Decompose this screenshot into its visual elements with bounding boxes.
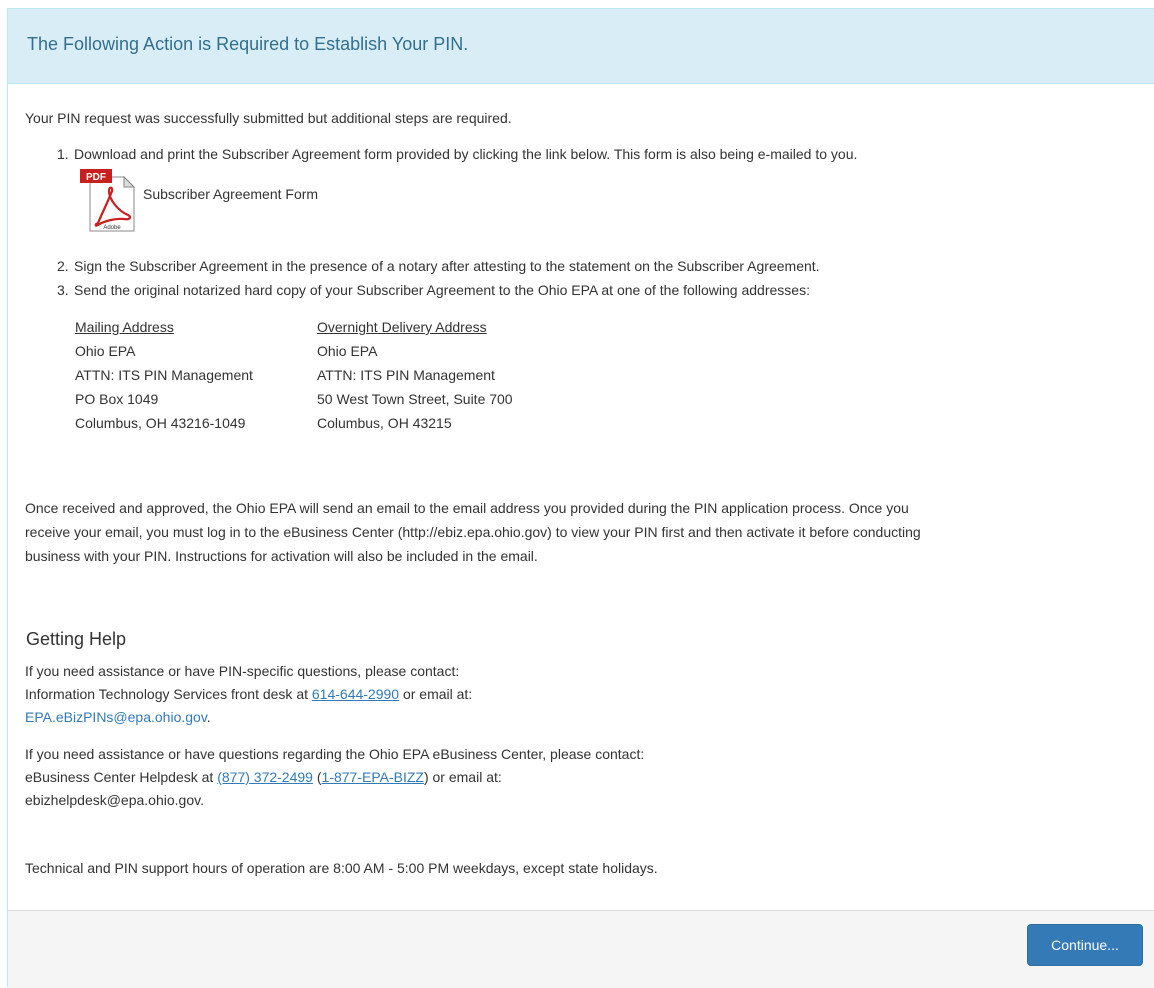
- mailing-address-title: Mailing Address: [75, 319, 174, 335]
- ebiz-help-mid: (: [312, 769, 322, 785]
- step-1-text: Download and print the Subscriber Agreem…: [74, 146, 858, 162]
- overnight-address-line: Columbus, OH 43215: [317, 415, 452, 431]
- subscriber-agreement-link[interactable]: Subscriber Agreement Form: [143, 184, 318, 204]
- ebiz-phone-alt-link[interactable]: 1-877-EPA-BIZZ: [322, 769, 424, 785]
- ebiz-email-line: ebizhelpdesk@epa.ohio.gov.: [25, 792, 204, 808]
- pin-help-prefix: Information Technology Services front de…: [25, 686, 312, 702]
- ebiz-help-contact: eBusiness Center Helpdesk at (877) 372-2…: [25, 767, 502, 787]
- overnight-address-line: Ohio EPA: [317, 343, 378, 359]
- pin-email-link[interactable]: EPA.eBizPINs@epa.ohio.gov: [25, 709, 207, 725]
- intro-text: Your PIN request was successfully submit…: [25, 110, 512, 126]
- overnight-address-line: 50 West Town Street, Suite 700: [317, 391, 513, 407]
- pin-email-period: .: [206, 709, 211, 725]
- continue-button[interactable]: Continue...: [1027, 924, 1143, 966]
- pin-action-panel: The Following Action is Required to Esta…: [7, 8, 1154, 988]
- mailing-address-line: PO Box 1049: [75, 391, 159, 407]
- step-number: 1.: [57, 146, 69, 162]
- overnight-address-line: ATTN: ITS PIN Management: [317, 367, 495, 383]
- step-number: 3.: [57, 282, 69, 298]
- approval-text-line: Once received and approved, the Ohio EPA…: [25, 500, 909, 516]
- pin-help-suffix: or email at:: [399, 686, 473, 702]
- pin-help-contact: Information Technology Services front de…: [25, 684, 472, 704]
- overnight-address-title: Overnight Delivery Address: [317, 319, 487, 335]
- ebiz-phone-link[interactable]: (877) 372-2499: [217, 769, 313, 785]
- step-2-text: Sign the Subscriber Agreement in the pre…: [74, 258, 820, 274]
- mailing-address-line: Columbus, OH 43216-1049: [75, 415, 246, 431]
- mailing-address-line: Ohio EPA: [75, 343, 136, 359]
- getting-help-title: Getting Help: [26, 629, 127, 649]
- step-3-text: Send the original notarized hard copy of…: [74, 282, 810, 298]
- approval-text-line: receive your email, you must log in to t…: [25, 524, 921, 540]
- ebiz-help-prefix: eBusiness Center Helpdesk at: [25, 769, 218, 785]
- pin-phone-link[interactable]: 614-644-2990: [312, 686, 399, 702]
- ebiz-help-suffix: ) or email at:: [423, 769, 502, 785]
- pdf-file-icon[interactable]: PDF Adobe: [78, 169, 142, 235]
- ebiz-help-text: If you need assistance or have questions…: [25, 746, 645, 762]
- panel-heading: The Following Action is Required to Esta…: [8, 9, 1154, 84]
- pdf-badge-text: PDF: [86, 172, 106, 183]
- pin-email-line: EPA.eBizPINs@epa.ohio.gov.: [25, 707, 211, 727]
- page-title: The Following Action is Required to Esta…: [27, 34, 469, 54]
- pin-help-text: If you need assistance or have PIN-speci…: [25, 663, 460, 679]
- step-number: 2.: [57, 258, 69, 274]
- panel-footer: Continue...: [8, 910, 1154, 988]
- adobe-brand-text: Adobe: [103, 225, 121, 231]
- mailing-address-line: ATTN: ITS PIN Management: [75, 367, 253, 383]
- approval-text-line: business with your PIN. Instructions for…: [25, 548, 538, 564]
- support-hours-text: Technical and PIN support hours of opera…: [25, 860, 658, 876]
